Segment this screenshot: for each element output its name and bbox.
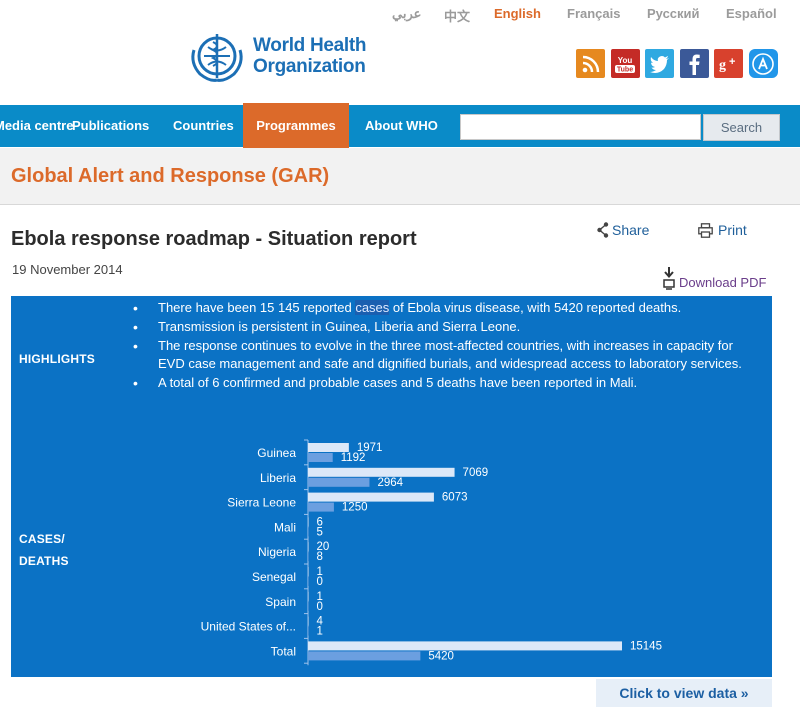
nav-publications[interactable]: Publications (72, 105, 149, 147)
cases-deaths-chart: Guinea 19711192Liberia 70692964Sierra Leon… (201, 439, 662, 666)
category-label: Sierra Leone (227, 496, 296, 510)
deaths-bar (308, 552, 309, 562)
search-button[interactable]: Search (703, 114, 780, 141)
category-label: Nigeria (258, 545, 296, 559)
facebook-icon[interactable] (679, 49, 709, 78)
deaths-bar (308, 477, 370, 487)
deaths-value-label: 1 (317, 626, 323, 638)
print-button[interactable]: Print (698, 222, 747, 238)
deaths-bar (308, 626, 309, 636)
language-link-french[interactable]: Français (567, 6, 620, 21)
language-link-spanish[interactable]: Español (726, 6, 777, 21)
category-label: United States of... (201, 620, 296, 634)
youtube-icon[interactable]: You Tube (610, 49, 640, 78)
svg-text:g: g (719, 58, 726, 73)
page-title: Ebola response roadmap - Situation repor… (11, 228, 417, 250)
category-label: Mali (274, 520, 296, 534)
share-label: Share (612, 222, 650, 238)
who-logo-text: World Health Organization (253, 35, 367, 77)
cases-bar (308, 492, 434, 502)
deaths-value-label: 1192 (341, 452, 366, 464)
nav-about-who[interactable]: About WHO (365, 105, 438, 147)
who-emblem-icon (191, 34, 243, 82)
rss-icon[interactable] (576, 49, 605, 78)
section-band: Global Alert and Response (GAR) (0, 148, 800, 205)
who-logo[interactable]: World Health Organization (186, 28, 367, 84)
deaths-value-label: 5420 (428, 650, 454, 662)
language-link-english[interactable]: English (494, 6, 541, 21)
cases-bar (308, 567, 309, 576)
category-label: Total (271, 644, 296, 658)
cases-bar (308, 517, 309, 527)
twitter-icon[interactable] (645, 49, 675, 78)
svg-text:You: You (618, 56, 633, 65)
deaths-value-label: 1250 (342, 502, 368, 514)
download-pdf-link[interactable]: Download PDF (662, 266, 766, 290)
app-store-icon[interactable] (748, 49, 778, 78)
logo-line-2: Organization (253, 56, 366, 77)
cases-bar (308, 542, 309, 552)
deaths-bar (308, 577, 309, 586)
download-label: Download PDF (679, 275, 767, 290)
nav-media-centre[interactable]: Media centre (0, 105, 73, 147)
svg-text:Tube: Tube (617, 66, 633, 73)
cases-bar (308, 443, 349, 452)
cases-bar (308, 616, 309, 626)
cases-bar (308, 467, 455, 477)
nav-countries[interactable]: Countries (173, 105, 234, 147)
deaths-bar (308, 453, 333, 462)
share-icon (597, 222, 609, 238)
logo-line-1: World Health (253, 35, 367, 56)
download-icon (663, 267, 675, 290)
printer-icon (698, 222, 713, 238)
cases-value-label: 7069 (463, 467, 489, 479)
search-input[interactable] (460, 114, 701, 140)
category-label: Spain (265, 595, 296, 609)
deaths-value-label: 5 (317, 526, 323, 538)
main-nav: Media centre Publications Countries Prog… (0, 103, 800, 149)
category-label: Senegal (252, 570, 296, 584)
situation-panel: HIGHLIGHTS There have been 15 145 report… (11, 296, 772, 677)
nav-programmes[interactable]: Programmes (243, 103, 349, 149)
share-button[interactable]: Share (597, 222, 649, 238)
cases-value-label: 15145 (630, 640, 662, 652)
deaths-value-label: 0 (317, 576, 323, 588)
google-plus-icon[interactable]: g + (714, 49, 744, 78)
deaths-value-label: 0 (317, 601, 323, 613)
deaths-bar (308, 651, 421, 661)
deaths-value-label: 8 (317, 551, 323, 563)
deaths-bar (308, 502, 334, 512)
deaths-value-label: 2964 (377, 477, 403, 489)
section-title[interactable]: Global Alert and Response (GAR) (11, 165, 329, 188)
language-link-arabic[interactable]: عربي (392, 6, 421, 22)
language-bar: عربي 中文 English Français Русский Español (0, 6, 800, 24)
view-data-link[interactable]: Click to view data » (596, 679, 772, 707)
deaths-bar (308, 601, 309, 611)
cases-bar (308, 641, 622, 651)
publication-date: 19 November 2014 (12, 262, 123, 277)
category-label: Guinea (257, 446, 296, 460)
language-link-russian[interactable]: Русский (647, 6, 700, 21)
social-links: You Tube g + (576, 49, 784, 78)
print-label: Print (718, 222, 747, 238)
cases-bar (308, 591, 309, 601)
language-link-chinese[interactable]: 中文 (444, 6, 470, 25)
cases-value-label: 6073 (442, 492, 468, 504)
category-label: Liberia (260, 471, 296, 485)
deaths-bar (308, 527, 309, 537)
svg-text:+: + (729, 56, 735, 68)
